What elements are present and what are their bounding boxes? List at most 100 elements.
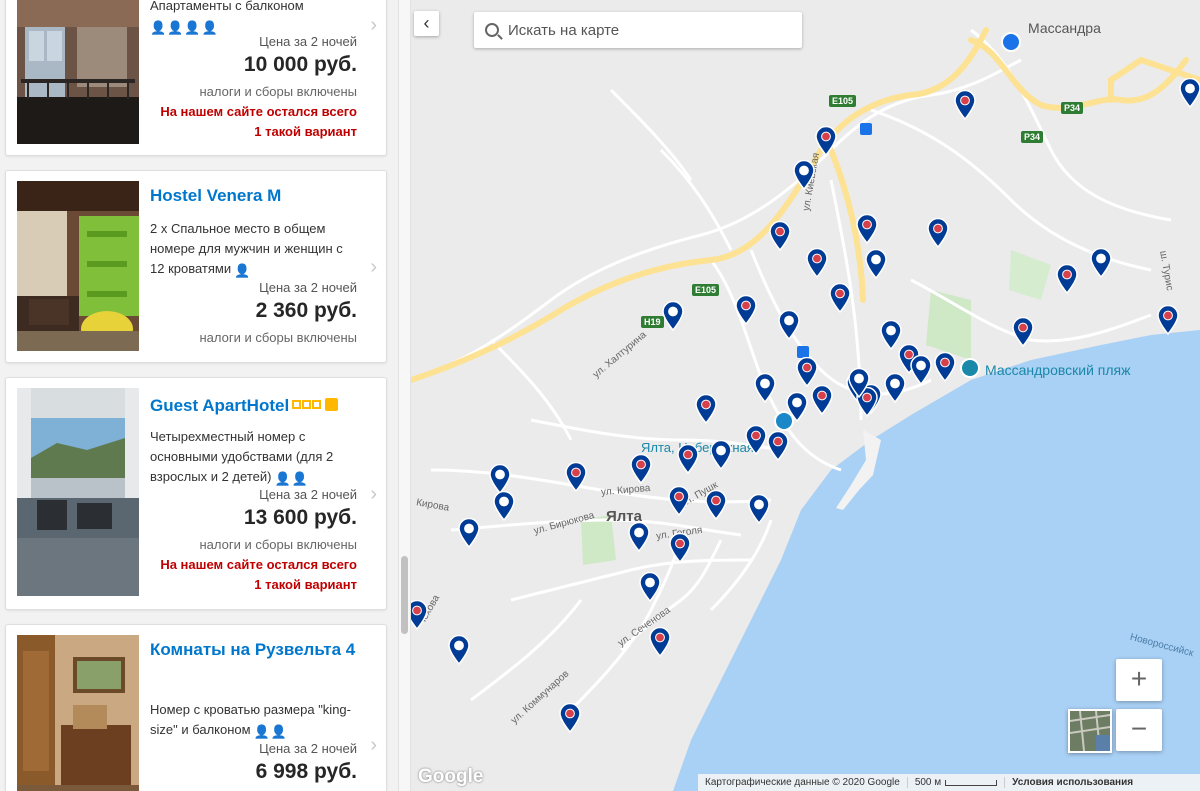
hotel-marker-icon[interactable] bbox=[695, 394, 717, 424]
map-search-input[interactable] bbox=[508, 19, 788, 41]
hotel-marker-icon[interactable] bbox=[559, 703, 581, 733]
listing-card[interactable]: Апартаменты с балконом 👤👤👤👤 › Цена за 2 … bbox=[5, 0, 387, 156]
star-rating-icon bbox=[292, 392, 339, 415]
hotel-marker-icon[interactable] bbox=[705, 490, 727, 520]
listing-title[interactable]: Guest ApartHotel bbox=[150, 392, 356, 417]
hotel-marker-icon[interactable] bbox=[1012, 317, 1034, 347]
chevron-right-icon: › bbox=[370, 256, 377, 278]
hotel-marker-icon[interactable] bbox=[910, 355, 932, 385]
availability-warning: На нашем сайте остался всего bbox=[160, 104, 357, 119]
hotel-marker-icon[interactable] bbox=[458, 518, 480, 548]
hotel-marker-icon[interactable] bbox=[806, 248, 828, 278]
search-icon bbox=[485, 23, 499, 37]
price: 6 998 руб. bbox=[255, 760, 357, 783]
taxes-note: налоги и сборы включены bbox=[199, 330, 357, 345]
collapse-panel-button[interactable]: ‹ bbox=[414, 11, 439, 36]
hotel-marker-icon[interactable] bbox=[735, 295, 757, 325]
hotel-marker-icon[interactable] bbox=[628, 522, 650, 552]
hotel-marker-icon[interactable] bbox=[1179, 78, 1200, 108]
hotel-marker-icon[interactable] bbox=[493, 491, 515, 521]
hotel-marker-icon[interactable] bbox=[829, 283, 851, 313]
listing-photo[interactable] bbox=[17, 0, 139, 144]
hotel-marker-icon[interactable] bbox=[639, 572, 661, 602]
hotel-marker-icon[interactable] bbox=[796, 357, 818, 387]
hotel-marker-icon[interactable] bbox=[748, 494, 770, 524]
listing-photo[interactable] bbox=[17, 181, 139, 351]
road-shield: P34 bbox=[1021, 131, 1044, 143]
results-list: Апартаменты с балконом 👤👤👤👤 › Цена за 2 … bbox=[0, 0, 398, 791]
hotel-marker-icon[interactable] bbox=[865, 249, 887, 279]
hotel-marker-icon[interactable] bbox=[815, 126, 837, 156]
hotel-marker-icon[interactable] bbox=[778, 310, 800, 340]
map[interactable]: Массандра Массандровский пляж Ялта Ялта,… bbox=[411, 0, 1200, 791]
chevron-right-icon: › bbox=[370, 483, 377, 505]
transit-icon bbox=[860, 123, 872, 135]
hotel-marker-icon[interactable] bbox=[769, 221, 791, 251]
road-shield: H19 bbox=[641, 316, 664, 328]
hotel-marker-icon[interactable] bbox=[411, 600, 428, 630]
hotel-marker-icon[interactable] bbox=[811, 385, 833, 415]
price-label: Цена за 2 ночей bbox=[259, 487, 357, 502]
hotel-marker-icon[interactable] bbox=[1157, 305, 1179, 335]
hotel-marker-icon[interactable] bbox=[668, 486, 690, 516]
hotel-marker-icon[interactable] bbox=[489, 464, 511, 494]
hotel-marker-icon[interactable] bbox=[954, 90, 976, 120]
terms-link[interactable]: Условия использования bbox=[1005, 777, 1140, 788]
price: 2 360 руб. bbox=[255, 299, 357, 322]
taxes-note: налоги и сборы включены bbox=[199, 84, 357, 99]
availability-count: 1 такой вариант bbox=[254, 577, 357, 592]
hotel-marker-icon[interactable] bbox=[754, 373, 776, 403]
map-attribution-bar: Картографические данные © 2020 Google 50… bbox=[698, 774, 1200, 791]
hotel-marker-icon[interactable] bbox=[745, 425, 767, 455]
hotel-marker-icon[interactable] bbox=[767, 431, 789, 461]
hotel-marker-icon[interactable] bbox=[793, 160, 815, 190]
chevron-right-icon: › bbox=[370, 14, 377, 36]
hotel-marker-icon[interactable] bbox=[1090, 248, 1112, 278]
attribution-text[interactable]: Картографические данные © 2020 Google bbox=[698, 777, 908, 788]
hotel-marker-icon[interactable] bbox=[927, 218, 949, 248]
map-search-box[interactable] bbox=[474, 12, 802, 48]
hotel-marker-icon[interactable] bbox=[934, 352, 956, 382]
hotel-marker-icon[interactable] bbox=[786, 392, 808, 422]
chevron-left-icon: ‹ bbox=[423, 13, 430, 33]
price-label: Цена за 2 ночей bbox=[259, 741, 357, 756]
availability-count: 1 такой вариант bbox=[254, 124, 357, 139]
hotel-marker-icon[interactable] bbox=[710, 440, 732, 470]
google-logo: Google bbox=[418, 766, 484, 787]
map-scale[interactable]: 500 м bbox=[908, 777, 1006, 788]
hotel-marker-icon[interactable] bbox=[848, 368, 870, 398]
hotel-marker-icon[interactable] bbox=[649, 627, 671, 657]
camera-icon[interactable] bbox=[960, 358, 980, 378]
road-shield: E105 bbox=[692, 284, 720, 296]
zoom-out-button[interactable]: − bbox=[1116, 709, 1162, 751]
hotel-marker-icon[interactable] bbox=[1056, 264, 1078, 294]
listing-card[interactable]: Guest ApartHotel Четырехместный номер с … bbox=[5, 377, 387, 610]
listing-photo[interactable] bbox=[17, 635, 139, 791]
museum-icon[interactable] bbox=[1001, 32, 1021, 52]
hotel-marker-icon[interactable] bbox=[884, 373, 906, 403]
hotel-marker-icon[interactable] bbox=[662, 301, 684, 331]
results-scrollbar[interactable] bbox=[398, 0, 411, 791]
hotel-marker-icon[interactable] bbox=[565, 462, 587, 492]
listing-room-type: 2 x Спальное место в общем номере для му… bbox=[150, 219, 358, 281]
place-label: Массандра bbox=[1028, 20, 1101, 36]
zoom-in-button[interactable]: + bbox=[1116, 659, 1162, 701]
price: 10 000 руб. bbox=[243, 53, 357, 76]
listing-card[interactable]: Комнаты на Рузвельта 4 Номер с кроватью … bbox=[5, 624, 387, 791]
hotel-marker-icon[interactable] bbox=[448, 635, 470, 665]
listing-title[interactable]: Hostel Venera M bbox=[150, 184, 356, 207]
scrollbar-thumb[interactable] bbox=[401, 556, 408, 634]
place-label: Массандровский пляж bbox=[985, 362, 1131, 378]
hotel-marker-icon[interactable] bbox=[630, 454, 652, 484]
price-label: Цена за 2 ночей bbox=[259, 34, 357, 49]
hotel-marker-icon[interactable] bbox=[677, 444, 699, 474]
listing-photo[interactable] bbox=[17, 388, 139, 596]
availability-warning: На нашем сайте остался всего bbox=[160, 557, 357, 572]
listing-title[interactable]: Комнаты на Рузвельта 4 bbox=[150, 638, 356, 661]
price-label: Цена за 2 ночей bbox=[259, 280, 357, 295]
listing-card[interactable]: Hostel Venera M 2 x Спальное место в общ… bbox=[5, 170, 387, 363]
price: 13 600 руб. bbox=[243, 506, 357, 529]
satellite-layer-button[interactable] bbox=[1068, 709, 1112, 753]
hotel-marker-icon[interactable] bbox=[669, 533, 691, 563]
hotel-marker-icon[interactable] bbox=[856, 214, 878, 244]
